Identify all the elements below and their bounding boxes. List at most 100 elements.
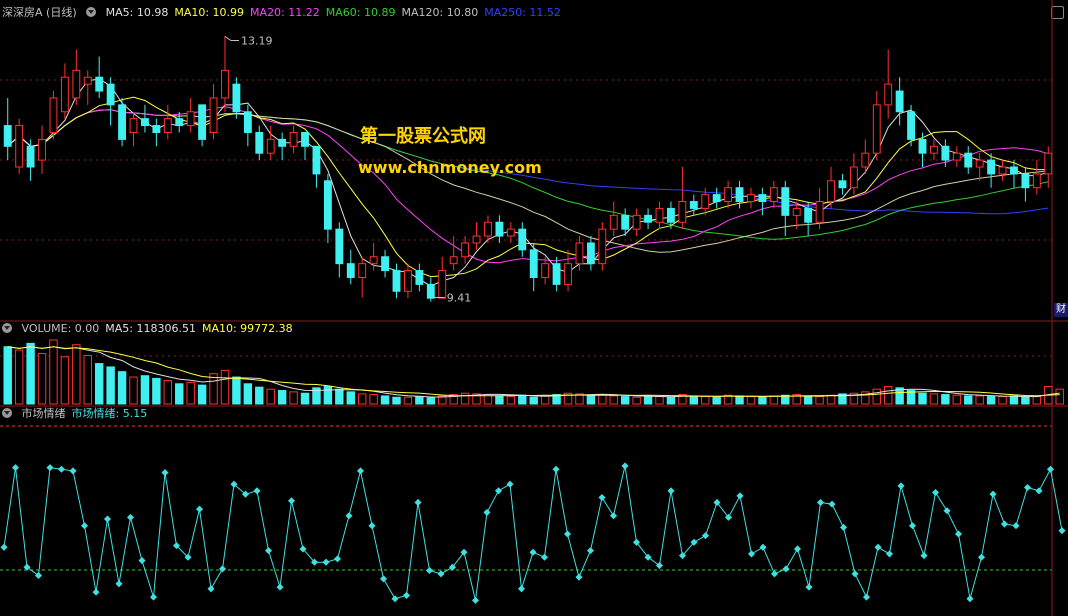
sentiment-point [575,573,583,581]
sentiment-point [931,488,940,497]
candle-body [575,242,584,265]
candle-body [198,104,207,140]
candle-body [552,263,561,285]
volume-bar [129,376,138,405]
candle-body [15,125,24,168]
sentiment-point [126,513,135,521]
volume-bar [952,394,962,405]
volume-bar [277,390,287,405]
candle-body [655,207,664,223]
candle-body [1044,152,1053,175]
candle-body [152,125,161,133]
candle-body [38,138,46,161]
candle-body [941,145,950,161]
sentiment-point [736,492,744,500]
volume-bar [186,381,195,405]
volume-bar [106,366,115,405]
volume-bar [415,396,424,405]
sentiment-point [379,575,388,583]
candle-body [232,83,241,113]
candle-body [221,69,229,99]
sentiment-point [103,515,112,523]
candle-body [323,180,332,230]
candle-body [312,145,321,175]
sentiment-point [253,487,261,495]
candle-body [255,131,264,154]
sentiment-point [483,508,491,516]
sentiment-point [1035,487,1043,495]
candle-body [141,118,149,127]
sentiment-point [908,522,917,530]
sentiment-point [897,482,905,490]
candle-body [689,201,698,209]
sentiment-point [989,490,997,498]
candle-body [26,145,35,168]
candle-body [60,76,69,113]
ma120-line [7,109,1049,253]
sentiment-point [218,565,227,573]
candle-body [724,187,733,203]
candle-body [781,187,790,216]
sentiment-point [586,547,595,555]
candle-body [506,228,515,237]
candle-body [3,125,12,147]
sentiment-point [80,522,89,530]
candle-body [449,256,458,265]
volume-bar [197,384,207,405]
sentiment-point [667,487,675,495]
volume-bar [37,352,47,405]
volume-bar [460,392,470,405]
sentiment-point [851,570,859,578]
candle-body [438,270,447,299]
sentiment-point [425,566,434,575]
sentiment-point [494,487,503,495]
sentiment-point [540,553,549,561]
finance-tab[interactable]: 财 [1054,303,1068,317]
high-price-label: 13.19 [241,35,273,48]
volume-bar [14,349,24,405]
stock-chart[interactable]: 13.19 9.41 [0,0,1068,616]
volume-bar [232,376,241,405]
volume-bar [620,396,630,405]
candle-body [827,180,835,203]
sentiment-point [828,500,836,508]
sentiment-point [46,464,54,472]
sentiment-point [1000,520,1009,528]
volume-bar [209,373,218,405]
candle-body [838,180,847,189]
candle-body [849,166,858,189]
sentiment-point [966,595,974,603]
candle-body [163,118,172,133]
candle-body [712,194,721,203]
sentiment-point [839,523,848,531]
sentiment-point [1023,483,1032,492]
watermark-url: www.chnmoney.com [358,158,542,177]
candle-body [884,83,893,106]
candle-body [701,194,710,209]
candle-body [1021,173,1030,189]
volume-bar [495,395,504,405]
volume-bar [929,393,939,405]
candle-body [381,256,389,272]
volume-bar [94,363,104,405]
candle-body [301,131,309,147]
candle-body [484,221,492,237]
candle-body [621,214,630,230]
candle-body [529,249,538,278]
volume-bar [1055,388,1064,405]
sentiment-point [1058,527,1066,535]
sentiment-point [506,480,514,488]
volume-bar [712,396,721,405]
volume-bar [746,396,756,405]
sentiment-point [517,585,526,593]
sentiment-point [207,585,215,593]
sentiment-point [368,522,376,530]
candle-body [118,104,126,140]
candle-body [964,152,973,168]
candle-body [49,97,58,133]
sentiment-point [115,580,123,588]
volume-bar [255,386,264,405]
sentiment-point [862,593,871,601]
extreme-marker [224,36,239,41]
sentiment-point [356,467,365,475]
